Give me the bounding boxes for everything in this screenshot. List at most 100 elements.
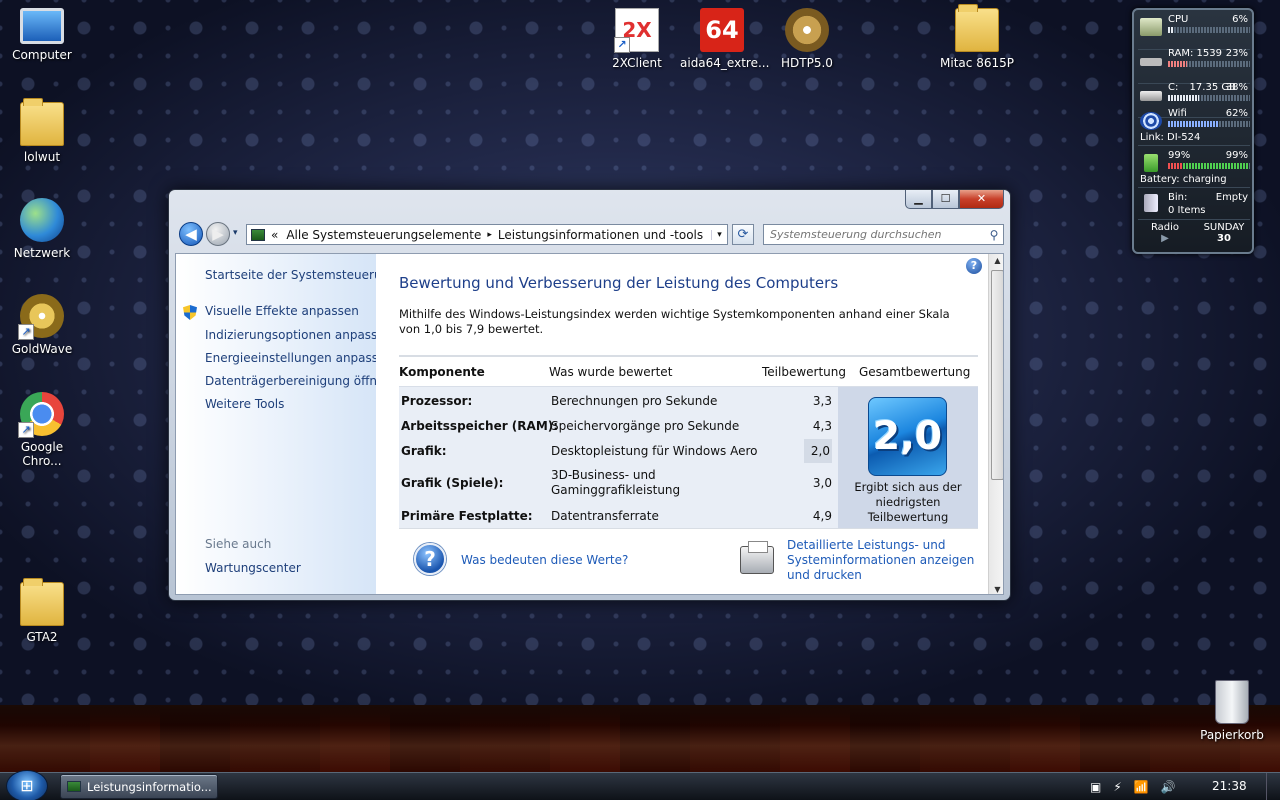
gadget-ram-bar (1168, 61, 1250, 67)
desktop-icon-computer[interactable]: Computer (0, 8, 84, 62)
notification-area: ▣ ⚡ 📶 🔊 (1090, 773, 1176, 800)
gadget-battery-right: 99% (1225, 150, 1248, 161)
refresh-button[interactable]: ⟳ (732, 224, 754, 245)
desktop-icon-label: Google Chro... (20, 440, 64, 468)
print-details-link[interactable]: Detaillierte Leistungs- und Systeminform… (787, 538, 982, 583)
base-score-note: Ergibt sich aus der niedrigsten Teilbewe… (854, 480, 962, 524)
control-panel-home-link[interactable]: Startseite der Systemsteuerung (205, 268, 397, 282)
gadget-cpu-label: CPU (1168, 14, 1189, 25)
desktop-icon-label: lolwut (23, 150, 61, 164)
what-do-scores-mean-link[interactable]: Was bedeuten diese Werte? (461, 553, 628, 567)
search-input[interactable] (764, 228, 985, 241)
desktop-icon-label: Mitac 8615P (940, 56, 1014, 70)
main-content: ? Bewertung und Verbesserung der Leistun… (376, 254, 988, 594)
desktop-icon-mitac[interactable]: Mitac 8615P (935, 4, 1019, 70)
gadget-battery-left: 99% (1168, 150, 1191, 161)
component-cell: Grafik: (401, 444, 447, 458)
power-tray-icon[interactable]: ⚡ (1113, 780, 1121, 794)
action-center-link[interactable]: Wartungscenter (205, 561, 301, 575)
desktop-icon-label: 2XClient (612, 56, 662, 70)
breadcrumb-separator[interactable]: ▸ (487, 230, 492, 240)
breadcrumb-all-items[interactable]: Alle Systemsteuerungselemente (286, 228, 481, 242)
search-box[interactable]: ⚲ (763, 224, 1004, 245)
start-button[interactable]: ⊞ (6, 770, 48, 800)
control-panel-icon (67, 781, 81, 792)
window-controls: ▁ ☐ ✕ (905, 190, 1004, 209)
vertical-scrollbar[interactable]: ▲ ▼ (988, 254, 1003, 594)
cpu-icon (1140, 18, 1162, 36)
desktop-icon-label: aida64_extre... (680, 56, 770, 70)
battery-icon (1144, 154, 1158, 172)
desktop-icon-label: Papierkorb (1200, 728, 1264, 742)
address-chevron[interactable]: « (271, 228, 278, 242)
desktop-icon-lolwut[interactable]: lolwut (0, 98, 84, 164)
volume-tray-icon[interactable]: 🔊 (1161, 780, 1176, 794)
recent-pages-button[interactable]: ▾ (233, 228, 238, 238)
forward-button[interactable]: ▶ (206, 222, 230, 246)
visual-effects-link[interactable]: Visuelle Effekte anpassen (205, 304, 359, 318)
desktop-icon-papierkorb[interactable]: Papierkorb (1190, 680, 1274, 742)
clock[interactable]: 21:38 (1212, 779, 1247, 793)
base-score-panel: 2,0 Ergibt sich aus der niedrigsten Teil… (838, 386, 978, 528)
back-button[interactable]: ◀ (179, 222, 203, 246)
breadcrumb-performance[interactable]: Leistungsinformationen und -tools (498, 228, 703, 242)
taskbar-window-button[interactable]: Leistungsinformatio... (60, 774, 218, 799)
gadget-wifi-row: Wifi 62% Link: DI-524 (1138, 106, 1250, 146)
gadget-radio[interactable]: Radio ▶ (1138, 222, 1192, 244)
wifi-icon (1140, 112, 1162, 130)
gadget-cpu-row: CPU 6% (1138, 12, 1250, 50)
taskbar: ⊞ Leistungsinformatio... ▣ ⚡ 📶 🔊 21:38 (0, 770, 1280, 800)
gadget-disk-value: 38% (1225, 82, 1248, 93)
minimize-button[interactable]: ▁ (905, 190, 932, 209)
close-button[interactable]: ✕ (959, 190, 1004, 209)
desktop-icon-goldwave[interactable]: GoldWave (0, 294, 84, 356)
desktop-icon-chrome[interactable]: Google Chro... (0, 392, 84, 468)
desktop-icon-netzwerk[interactable]: Netzwerk (0, 198, 84, 260)
recycle-bin-icon (1215, 680, 1249, 724)
rated-cell: Speichervorgänge pro Sekunde (551, 419, 740, 433)
network-tray-icon[interactable]: 📶 (1134, 780, 1149, 794)
component-cell: Grafik (Spiele): (401, 476, 504, 490)
disk-cleanup-link[interactable]: Datenträgerbereinigung öffnen (205, 374, 392, 388)
address-dropdown-button[interactable]: ▾ (711, 229, 727, 240)
see-also-heading: Siehe auch (205, 537, 272, 551)
content-pane: Startseite der Systemsteuerung Visuelle … (175, 253, 1004, 595)
desktop-icon-aida64[interactable]: 64 aida64_extre... (680, 8, 769, 70)
show-desktop-button[interactable] (1266, 773, 1280, 800)
search-icon[interactable]: ⚲ (985, 228, 1003, 242)
gadget-wifi-bar (1168, 121, 1250, 127)
scroll-thumb[interactable] (991, 270, 1003, 480)
component-cell: Prozessor: (401, 394, 473, 408)
action-center-tray-icon[interactable]: ▣ (1090, 780, 1101, 794)
desktop-icon-label: Netzwerk (13, 246, 71, 260)
desktop-icon-gta2[interactable]: GTA2 (0, 578, 84, 644)
gadget-battery-bar (1168, 163, 1250, 169)
gadget-radio-label: Radio (1150, 222, 1180, 233)
column-header-component: Komponente (399, 365, 485, 379)
page-title: Bewertung und Verbesserung der Leistung … (399, 274, 839, 292)
gadget-wifi-link: Link: DI-524 (1140, 132, 1201, 143)
gadget-disk-bar (1168, 95, 1250, 101)
scroll-up-arrow[interactable]: ▲ (989, 256, 1003, 265)
memory-icon (1140, 58, 1162, 66)
gadget-cpu-bar (1168, 27, 1250, 33)
user-folder-icon (20, 98, 64, 146)
score-cell: 3,3 (812, 394, 832, 408)
wallpaper-floor (0, 705, 1280, 773)
address-bar[interactable]: « Alle Systemsteuerungselemente ▸ Leistu… (246, 224, 728, 245)
component-cell: Primäre Festplatte: (401, 509, 533, 523)
desktop-icon-label: GTA2 (26, 630, 58, 644)
desktop-icon-hdtp[interactable]: HDTP5.0 (765, 8, 849, 70)
maximize-button[interactable]: ☐ (932, 190, 959, 209)
gadget-bin-items: 0 Items (1168, 205, 1206, 216)
computer-icon (20, 8, 64, 44)
indexing-options-link[interactable]: Indizierungsoptionen anpassen (205, 328, 392, 342)
power-settings-link[interactable]: Energieeinstellungen anpassen (205, 351, 393, 365)
scroll-down-arrow[interactable]: ▼ (989, 585, 1003, 594)
hard-disk-icon (1140, 91, 1162, 101)
desktop-icon-2xclient[interactable]: 2X 2XClient (595, 8, 679, 70)
help-icon[interactable]: ? (966, 258, 982, 274)
advanced-tools-link[interactable]: Weitere Tools (205, 397, 284, 411)
desktop-icon-label: Computer (12, 48, 72, 62)
column-header-basescore: Gesamtbewertung (859, 365, 971, 379)
